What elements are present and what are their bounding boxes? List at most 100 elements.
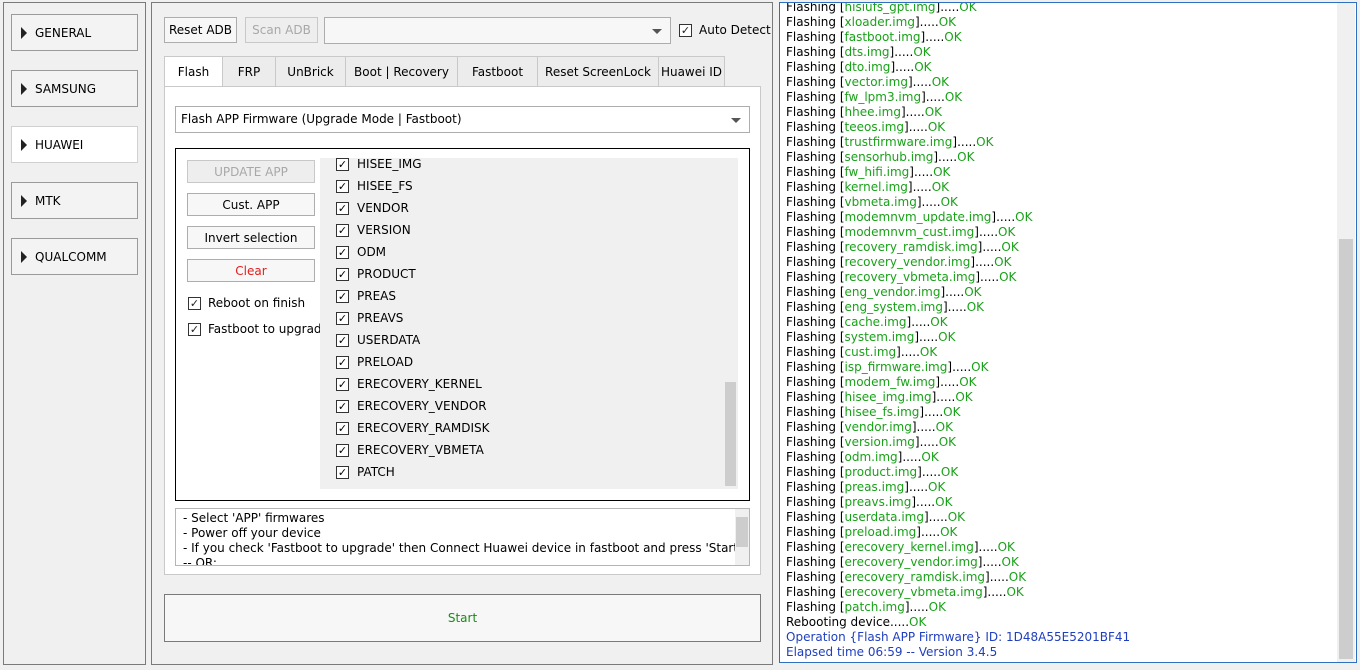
log-file: preload.img <box>844 525 917 539</box>
partition-item[interactable]: ✓ ERECOVERY_VBMETA <box>320 439 484 461</box>
partition-checkbox[interactable]: ✓ <box>336 245 349 259</box>
reset-adb-button[interactable]: Reset ADB <box>164 17 237 43</box>
partition-label: ERECOVERY_KERNEL <box>357 377 482 391</box>
clear-button[interactable]: Clear <box>187 259 315 282</box>
scrollbar-thumb[interactable] <box>736 517 748 547</box>
partition-item[interactable]: ✓ ODM <box>320 241 386 263</box>
partition-checkbox[interactable]: ✓ <box>336 267 349 281</box>
log-scrollbar[interactable] <box>1337 3 1355 662</box>
log-line: Flashing [hisee_img.img].....OK <box>786 390 973 405</box>
partition-list-scrollbar[interactable] <box>723 158 738 489</box>
partition-item[interactable]: ✓ ERECOVERY_KERNEL <box>320 373 482 395</box>
partition-item[interactable]: ✓ PRODUCT <box>320 263 416 285</box>
log-line: Flashing [version.img].....OK <box>786 435 956 450</box>
partition-item[interactable]: ✓ ERECOVERY_VENDOR <box>320 395 487 417</box>
nav-item-general[interactable]: GENERAL <box>11 14 138 51</box>
partition-checkbox[interactable]: ✓ <box>336 355 349 369</box>
log-prefix: Flashing <box>786 510 840 524</box>
partition-item[interactable]: ✓ ERECOVERY_RAMDISK <box>320 417 490 439</box>
flash-mode-select[interactable]: Flash APP Firmware (Upgrade Mode | Fastb… <box>175 106 750 133</box>
partition-label: VENDOR <box>357 201 409 215</box>
log-line: Flashing [product.img].....OK <box>786 465 958 480</box>
log-prefix: Flashing <box>786 135 840 149</box>
log-prefix: Flashing <box>786 330 840 344</box>
tab-bar: Flash FRP UnBrick Boot | Recovery Fastbo… <box>164 56 725 87</box>
log-file: erecovery_vbmeta.img <box>844 585 983 599</box>
device-select[interactable] <box>324 17 671 44</box>
partition-item[interactable]: ✓ PRELOAD <box>320 351 413 373</box>
partition-checkbox[interactable]: ✓ <box>336 443 349 457</box>
partition-item[interactable]: ✓ USERDATA <box>320 329 420 351</box>
log-prefix: Flashing <box>786 15 840 29</box>
tab-huawei-id[interactable]: Huawei ID <box>658 56 725 86</box>
tab-unbrick[interactable]: UnBrick <box>275 56 346 86</box>
log-file: sensorhub.img <box>844 150 934 164</box>
log-dots: ..... <box>975 255 995 269</box>
log-ok: OK <box>935 420 953 434</box>
log-file: patch.img <box>844 600 905 614</box>
partition-label: HISEE_FS <box>357 179 413 193</box>
log-dots: ..... <box>940 2 960 14</box>
scrollbar-thumb[interactable] <box>725 382 736 486</box>
nav-item-huawei[interactable]: HUAWEI <box>11 126 138 163</box>
log-prefix: Flashing <box>786 600 840 614</box>
log-prefix: Flashing <box>786 285 840 299</box>
tab-flash[interactable]: Flash <box>164 56 223 87</box>
scrollbar-thumb[interactable] <box>1339 239 1353 659</box>
nav-item-mtk[interactable]: MTK <box>11 182 138 219</box>
log-ok: OK <box>919 345 938 359</box>
instructions-scrollbar[interactable] <box>735 509 749 565</box>
tab-frp[interactable]: FRP <box>222 56 276 86</box>
log-line: Flashing [cust.img].....OK <box>786 345 937 360</box>
partition-checkbox[interactable]: ✓ <box>336 311 349 325</box>
partition-item[interactable]: ✓ PREAVS <box>320 307 403 329</box>
partition-checkbox[interactable]: ✓ <box>336 465 349 479</box>
partition-item[interactable]: ✓ HISEE_FS <box>320 175 413 197</box>
partition-checkbox[interactable]: ✓ <box>336 179 349 193</box>
partition-item[interactable]: ✓ VENDOR <box>320 197 409 219</box>
log-ok: OK <box>938 330 956 344</box>
start-button[interactable]: Start <box>164 594 761 642</box>
partition-item[interactable]: ✓ VERSION <box>320 219 411 241</box>
auto-detect-checkbox[interactable]: ✓ <box>679 24 692 37</box>
nav-item-samsung[interactable]: SAMSUNG <box>11 70 138 107</box>
invert-selection-button[interactable]: Invert selection <box>187 226 315 249</box>
tab-fastboot[interactable]: Fastboot <box>457 56 538 86</box>
log-dots: ..... <box>908 480 929 494</box>
partition-checkbox[interactable]: ✓ <box>336 399 349 413</box>
fastboot-to-upgrade-checkbox[interactable]: ✓ <box>188 323 201 336</box>
tab-boot-recovery[interactable]: Boot | Recovery <box>345 56 458 86</box>
partition-item[interactable]: ✓ PATCH <box>320 461 395 483</box>
partition-item[interactable]: ✓ PREAS <box>320 285 396 307</box>
tab-reset-screenlock[interactable]: Reset ScreenLock <box>537 56 659 86</box>
log-dots: ..... <box>987 585 1007 599</box>
partition-checkbox[interactable]: ✓ <box>336 421 349 435</box>
log-prefix: Flashing <box>786 120 840 134</box>
partition-checkbox[interactable]: ✓ <box>336 289 349 303</box>
nav-item-qualcomm[interactable]: QUALCOMM <box>11 238 138 275</box>
scan-adb-button[interactable]: Scan ADB <box>245 17 318 43</box>
partition-label: ERECOVERY_VBMETA <box>357 443 484 457</box>
cust-app-button[interactable]: Cust. APP <box>187 193 315 216</box>
log-prefix: Flashing <box>786 270 840 284</box>
log-ok: OK <box>966 300 985 314</box>
partition-checkbox[interactable]: ✓ <box>336 377 349 391</box>
log-file: preas.img <box>844 480 905 494</box>
partition-checkbox[interactable]: ✓ <box>336 158 349 171</box>
partition-label: USERDATA <box>357 333 421 347</box>
log-ok: OK <box>913 45 931 59</box>
log-dots: ..... <box>947 300 967 314</box>
chevron-right-icon <box>21 26 27 39</box>
partition-item[interactable]: ✓ HISEE_IMG <box>320 158 422 175</box>
update-app-button[interactable]: UPDATE APP <box>187 160 315 183</box>
partition-checkbox[interactable]: ✓ <box>336 201 349 215</box>
chevron-down-icon <box>652 28 662 34</box>
log-dots: ..... <box>902 450 922 464</box>
reboot-on-finish-checkbox[interactable]: ✓ <box>188 297 201 310</box>
log-line: Flashing [dto.img].....OK <box>786 60 932 75</box>
partition-label: PRELOAD <box>357 355 414 369</box>
log-prefix: Flashing <box>786 540 840 554</box>
partition-checkbox[interactable]: ✓ <box>336 223 349 237</box>
partition-checkbox[interactable]: ✓ <box>336 333 349 347</box>
log-prefix: Flashing <box>786 60 840 74</box>
